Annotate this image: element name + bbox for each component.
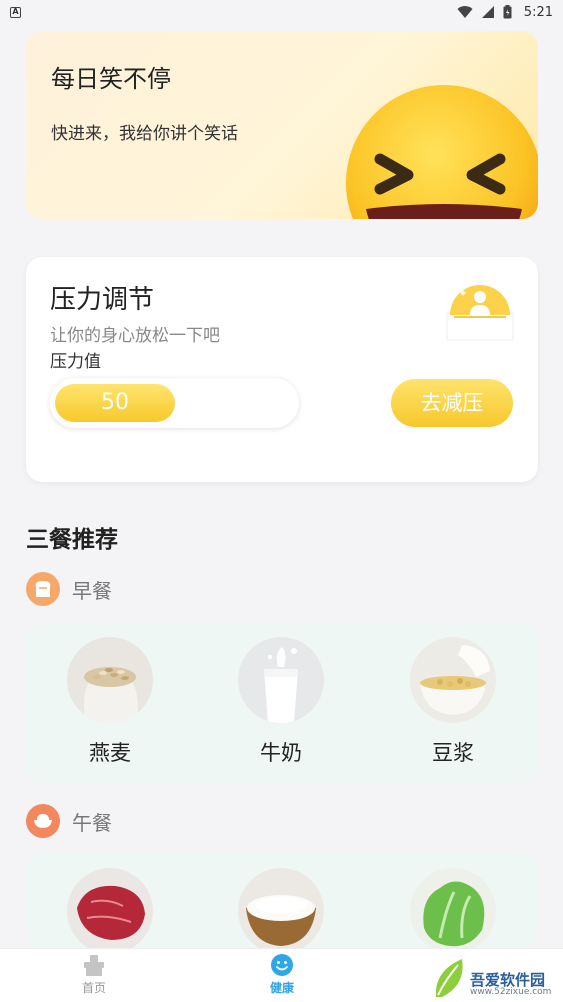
meals-section-title: 三餐推荐 — [26, 527, 118, 553]
home-icon — [84, 955, 104, 976]
breakfast-label: 早餐 — [72, 578, 112, 603]
food-item-soy-milk[interactable]: 豆浆 — [410, 637, 496, 767]
lunch-header: 午餐 — [26, 804, 112, 838]
signal-icon — [481, 6, 494, 18]
stress-slider-value: 50 — [101, 390, 129, 415]
stress-value-label: 压力值 — [50, 352, 101, 372]
watermark-url: www.52zixue.com — [470, 987, 552, 997]
rice-bowl-icon — [26, 804, 60, 838]
status-bar: A 5:21 — [0, 0, 563, 24]
laughing-emoji-icon — [346, 85, 538, 219]
joke-banner-title: 每日笑不停 — [51, 65, 171, 93]
meditation-illustration-icon — [446, 285, 514, 341]
soy-milk-image — [410, 637, 496, 723]
stress-slider[interactable]: 50 — [50, 378, 299, 428]
food-name-oats: 燕麦 — [89, 741, 131, 765]
nav-health-label: 健康 — [269, 981, 294, 995]
wifi-icon — [457, 6, 473, 19]
food-item-oats[interactable]: 燕麦 — [67, 637, 153, 767]
smile-icon — [271, 954, 293, 976]
food-name-milk: 牛奶 — [260, 741, 302, 765]
food-item-milk[interactable]: 牛奶 — [238, 637, 324, 767]
breakfast-card: 燕麦 牛奶 豆浆 — [26, 623, 538, 783]
nav-home-label: 首页 — [81, 981, 106, 995]
daily-joke-banner[interactable]: 每日笑不停 快进来，我给你讲个笑话 — [26, 31, 538, 219]
bread-icon — [26, 572, 60, 606]
food-item-beef[interactable] — [67, 868, 153, 948]
stress-title: 压力调节 — [50, 285, 155, 315]
stress-regulation-card: 压力调节 让你的身心放松一下吧 压力值 50 去减压 — [26, 257, 538, 482]
food-name-soy-milk: 豆浆 — [432, 741, 474, 765]
lunch-card — [26, 854, 538, 948]
watermark-leaf-icon — [435, 959, 463, 997]
battery-icon — [503, 5, 512, 19]
nav-home[interactable]: 首页 — [54, 953, 134, 996]
food-item-rice[interactable] — [238, 868, 324, 948]
food-item-lettuce[interactable] — [410, 868, 496, 948]
rice-image — [238, 868, 324, 948]
stress-subtitle: 让你的身心放松一下吧 — [50, 326, 220, 346]
lettuce-image — [410, 868, 496, 948]
breakfast-header: 早餐 — [26, 572, 112, 606]
notification-a-icon: A — [10, 6, 21, 18]
joke-banner-subtitle: 快进来，我给你讲个笑话 — [51, 124, 238, 144]
relieve-stress-button[interactable]: 去减压 — [391, 379, 513, 427]
oats-image — [67, 637, 153, 723]
beef-image — [67, 868, 153, 948]
milk-image — [238, 637, 324, 723]
watermark-logo: 吾爱软件园 www.52zixue.com — [430, 955, 560, 1000]
clock-time: 5:21 — [523, 4, 553, 20]
lunch-label: 午餐 — [72, 810, 112, 835]
nav-health[interactable]: 健康 — [242, 953, 322, 996]
